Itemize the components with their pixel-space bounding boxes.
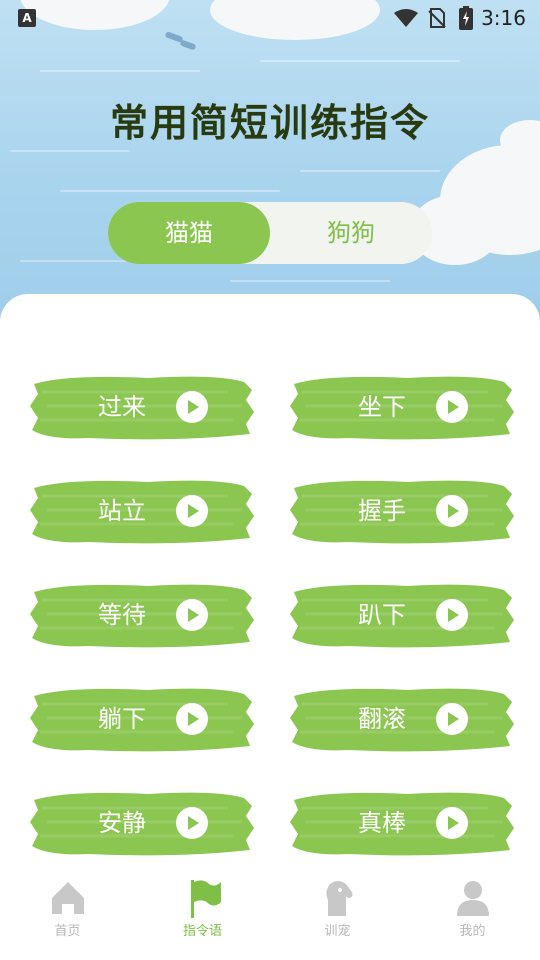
play-button[interactable]	[176, 807, 208, 839]
nav-label-profile: 我的	[459, 924, 486, 939]
command-button[interactable]: 坐下	[288, 372, 516, 442]
command-label: 过来	[98, 393, 146, 421]
play-button[interactable]	[176, 599, 208, 631]
command-label: 躺下	[98, 705, 146, 733]
play-button[interactable]	[436, 495, 468, 527]
wifi-icon	[394, 9, 418, 27]
header-background	[0, 0, 540, 330]
command-button[interactable]: 真棒	[288, 788, 516, 858]
command-button[interactable]: 站立	[28, 476, 256, 546]
play-icon	[188, 712, 199, 726]
play-icon	[448, 400, 459, 414]
battery-charging-icon	[459, 6, 473, 30]
pet-type-switch: 猫猫 狗狗	[108, 202, 432, 264]
play-button[interactable]	[176, 391, 208, 423]
no-sim-icon	[428, 8, 446, 28]
command-label: 握手	[358, 497, 406, 525]
play-button[interactable]	[436, 391, 468, 423]
play-icon	[448, 816, 459, 830]
command-label: 趴下	[358, 601, 406, 629]
command-label: 站立	[98, 497, 146, 525]
command-label: 安静	[98, 809, 146, 837]
play-icon	[188, 400, 199, 414]
command-label: 等待	[98, 601, 146, 629]
flag-icon	[191, 880, 221, 918]
command-button[interactable]: 躺下	[28, 684, 256, 754]
command-button[interactable]: 趴下	[288, 580, 516, 650]
command-button[interactable]: 安静	[28, 788, 256, 858]
nav-label-home: 首页	[54, 924, 81, 939]
play-button[interactable]	[436, 703, 468, 735]
nav-label-commands: 指令语	[182, 924, 222, 939]
dog-icon	[326, 881, 353, 916]
nav-item-training[interactable]: 训宠	[270, 874, 405, 960]
command-label: 坐下	[358, 393, 406, 421]
bottom-nav: 首页 指令语 训宠 我的	[0, 874, 540, 960]
command-label: 真棒	[358, 809, 406, 837]
user-icon	[457, 881, 489, 916]
nav-item-profile[interactable]: 我的	[405, 874, 540, 960]
page-title: 常用简短训练指令	[109, 101, 430, 145]
play-button[interactable]	[436, 599, 468, 631]
play-button[interactable]	[176, 703, 208, 735]
command-label: 翻滚	[358, 705, 406, 733]
nav-item-commands[interactable]: 指令语	[135, 874, 270, 960]
nav-item-home[interactable]: 首页	[0, 874, 135, 960]
play-icon	[188, 608, 199, 622]
play-button[interactable]	[436, 807, 468, 839]
tab-cat[interactable]: 猫猫	[108, 202, 270, 264]
notification-icon: A	[18, 9, 36, 27]
command-button[interactable]: 等待	[28, 580, 256, 650]
status-bar: A 3:16	[0, 0, 540, 36]
home-icon	[52, 882, 84, 914]
command-button[interactable]: 握手	[288, 476, 516, 546]
clock: 3:16	[481, 6, 526, 30]
tab-dog[interactable]: 狗狗	[270, 202, 432, 264]
play-icon	[448, 608, 459, 622]
play-button[interactable]	[176, 495, 208, 527]
command-button[interactable]: 翻滚	[288, 684, 516, 754]
play-icon	[448, 712, 459, 726]
play-icon	[448, 504, 459, 518]
play-icon	[188, 816, 199, 830]
play-icon	[188, 504, 199, 518]
command-button[interactable]: 过来	[28, 372, 256, 442]
nav-label-training: 训宠	[324, 924, 351, 939]
